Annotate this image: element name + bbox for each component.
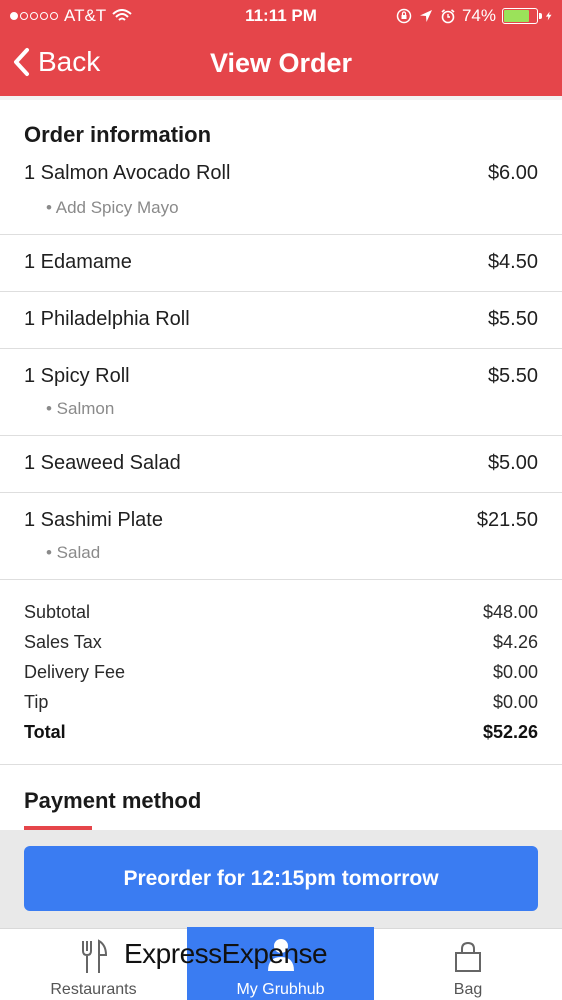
item-price: $5.50: [487, 365, 538, 387]
page-title: View Order: [209, 48, 353, 78]
tab-my-grubhub-label: My Grubhub: [236, 981, 325, 998]
delivery-fee-row: Delivery Fee $0.00: [24, 657, 538, 687]
section-divider: [0, 764, 562, 765]
order-item: 1 Philadelphia Roll $5.50: [0, 292, 562, 349]
order-item: 1 Sashimi Plate $21.50 • Salad: [0, 493, 562, 580]
battery-icon: [502, 8, 542, 24]
total-label: Total: [24, 722, 66, 742]
subtotal-value: $48.00: [482, 602, 538, 622]
tab-bag[interactable]: Bag: [374, 929, 562, 1000]
tax-value: $4.26: [492, 632, 538, 652]
app-header: AT&T 11:11 PM 74% Back View Order: [0, 0, 562, 96]
tab-restaurants-label: Restaurants: [50, 981, 137, 998]
order-info-title: Order information: [24, 122, 212, 147]
item-price: $5.00: [487, 452, 538, 474]
item-price: $4.50: [487, 251, 538, 273]
item-price: $6.00: [487, 162, 538, 184]
item-name: 1 Philadelphia Roll: [24, 308, 190, 330]
tip-value: $0.00: [492, 692, 538, 712]
location-arrow-icon: [419, 10, 432, 22]
item-modifier: • Salmon: [46, 399, 115, 418]
tab-bag-label: Bag: [453, 981, 483, 998]
tip-row: Tip $0.00: [24, 687, 538, 717]
subtotal-row: Subtotal $48.00: [24, 597, 538, 627]
order-item: 1 Spicy Roll $5.50 • Salmon: [0, 349, 562, 436]
delivery-fee-label: Delivery Fee: [24, 662, 126, 682]
delivery-fee-value: $0.00: [492, 662, 538, 682]
total-value: $52.26: [482, 722, 538, 742]
item-price: $21.50: [476, 509, 538, 531]
watermark: ExpressExpense: [124, 938, 328, 969]
tax-label: Sales Tax: [24, 632, 102, 652]
preorder-button[interactable]: Preorder for 12:15pm tomorrow: [24, 846, 538, 911]
item-name: 1 Spicy Roll: [24, 365, 130, 387]
tip-label: Tip: [24, 692, 49, 712]
order-item: 1 Edamame $4.50: [0, 235, 562, 292]
charging-bolt-icon: [545, 11, 552, 21]
item-name: 1 Sashimi Plate: [24, 509, 163, 531]
subtotal-label: Subtotal: [24, 602, 91, 622]
tax-row: Sales Tax $4.26: [24, 627, 538, 657]
order-item: 1 Seaweed Salad $5.00: [0, 436, 562, 493]
item-price: $5.50: [487, 308, 538, 330]
action-area: Preorder for 12:15pm tomorrow: [0, 830, 562, 928]
payment-method-title: Payment method: [24, 788, 202, 813]
lock-rotation-icon: [396, 8, 412, 24]
item-name: 1 Seaweed Salad: [24, 452, 181, 474]
order-item: 1 Salmon Avocado Roll $6.00 • Add Spicy …: [0, 162, 562, 235]
total-row: Total $52.26: [24, 717, 538, 747]
item-name: 1 Salmon Avocado Roll: [24, 162, 231, 184]
status-bar: AT&T 11:11 PM 74%: [0, 0, 562, 32]
fork-knife-icon: [81, 939, 107, 973]
item-modifier: • Add Spicy Mayo: [46, 198, 179, 217]
bag-icon: [455, 941, 481, 972]
item-modifier: • Salad: [46, 543, 101, 562]
alarm-icon: [441, 9, 455, 24]
item-name: 1 Edamame: [24, 251, 132, 273]
order-totals: Subtotal $48.00 Sales Tax $4.26 Delivery…: [24, 597, 538, 747]
battery-percent: 74%: [461, 6, 496, 25]
nav-bar: Back View Order: [0, 32, 562, 96]
header-divider: [0, 96, 562, 100]
